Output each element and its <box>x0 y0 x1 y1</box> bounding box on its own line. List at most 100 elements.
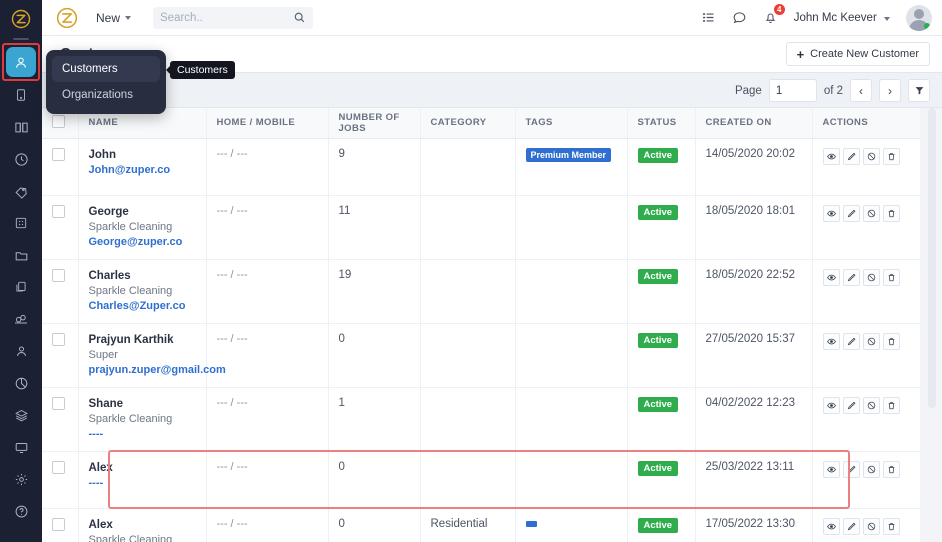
search-input[interactable] <box>160 11 285 24</box>
create-new-customer-button[interactable]: + Create New Customer <box>785 42 930 66</box>
sidebar-item-folder[interactable] <box>0 239 42 271</box>
row-action-group <box>822 147 910 165</box>
customer-name: John <box>88 148 116 161</box>
customer-email[interactable]: ---- <box>89 427 196 442</box>
sidebar-item-help[interactable] <box>0 495 42 527</box>
ban-icon[interactable] <box>862 517 880 535</box>
eye-icon[interactable] <box>822 147 840 165</box>
eye-icon[interactable] <box>822 460 840 478</box>
pencil-icon[interactable] <box>842 268 860 286</box>
list-icon[interactable] <box>701 10 716 25</box>
row-checkbox[interactable] <box>52 460 65 474</box>
folder-icon <box>15 251 27 260</box>
row-checkbox[interactable] <box>52 396 65 410</box>
customer-email[interactable]: ---- <box>89 476 196 491</box>
bell-icon[interactable]: 4 <box>763 4 785 25</box>
sidebar-item-schedule[interactable] <box>0 111 42 143</box>
flyout-item-customers[interactable]: Customers <box>52 56 160 82</box>
row-checkbox[interactable] <box>52 517 65 531</box>
sidebar-item-documents[interactable] <box>0 271 42 303</box>
customer-email[interactable]: Charles@Zuper.co <box>89 299 196 314</box>
pencil-icon[interactable] <box>842 396 860 414</box>
ban-icon[interactable] <box>862 396 880 414</box>
row-checkbox[interactable] <box>52 204 65 218</box>
customer-email[interactable]: prajyun.zuper@gmail.com <box>89 363 226 378</box>
pencil-icon[interactable] <box>842 517 860 535</box>
flyout-item-organizations[interactable]: Organizations <box>52 82 160 108</box>
customer-name: Charles <box>88 269 131 282</box>
eye-icon[interactable] <box>822 204 840 222</box>
cell-number-of-jobs: 0 <box>328 451 421 509</box>
new-button[interactable]: New <box>96 11 132 25</box>
cell-name: John John@zuper.co <box>78 138 207 196</box>
ban-icon[interactable] <box>862 460 880 478</box>
sidebar-item-settings[interactable] <box>0 463 42 495</box>
trash-icon[interactable] <box>882 396 900 414</box>
table-row[interactable]: Alex ---- --- / --- 0 Active 25/03/2022 13:11 <box>42 451 921 509</box>
pencil-icon[interactable] <box>842 460 860 478</box>
trash-icon[interactable] <box>882 517 900 535</box>
row-action-group <box>822 517 910 535</box>
row-action-group <box>822 460 910 478</box>
eye-icon[interactable] <box>822 332 840 350</box>
trash-icon[interactable] <box>882 332 900 350</box>
table-row[interactable]: Charles Sparkle Cleaning Charles@Zuper.co -… <box>42 259 921 324</box>
pie-chart-icon <box>15 377 27 389</box>
sidebar-item-reports[interactable] <box>0 367 42 399</box>
cell-created-on: 04/02/2022 12:23 <box>695 387 813 452</box>
filter-icon[interactable] <box>908 79 930 102</box>
table-row[interactable]: John John@zuper.co --- / --- 9 Premium Membe… <box>42 138 921 196</box>
sidebar-item-customers[interactable] <box>0 43 42 81</box>
table-row[interactable]: Prajyun Karthik Super prajyun.zuper@gmail.… <box>42 323 921 388</box>
flyout-item-organizations-label: Organizations <box>62 89 133 101</box>
row-checkbox[interactable] <box>52 147 65 161</box>
cell-status: Active <box>627 259 696 324</box>
sidebar-item-grid[interactable] <box>0 207 42 239</box>
table-row[interactable]: AlexSparkle Cleaning------- / ---0Reside… <box>42 508 921 542</box>
row-select-cell <box>42 451 79 509</box>
customer-email[interactable]: John@zuper.co <box>89 163 196 178</box>
pencil-icon[interactable] <box>842 147 860 165</box>
trash-icon[interactable] <box>882 204 900 222</box>
sidebar-item-tags[interactable] <box>0 175 42 207</box>
cell-home-mobile: --- / --- <box>206 508 329 542</box>
sidebar-item-team[interactable] <box>0 335 42 367</box>
page-number-input[interactable] <box>768 79 817 102</box>
search-box[interactable] <box>153 6 314 29</box>
sidebar-item-inventory[interactable] <box>0 399 42 431</box>
sidebar-item-timesheet[interactable] <box>0 143 42 175</box>
ban-icon[interactable] <box>862 147 880 165</box>
next-page-button[interactable]: › <box>879 79 901 102</box>
sidebar-item-parts[interactable] <box>0 303 42 335</box>
ban-icon[interactable] <box>862 332 880 350</box>
table-row[interactable]: George Sparkle Cleaning George@zuper.co ---… <box>42 195 921 260</box>
cell-actions <box>812 259 921 324</box>
trash-icon[interactable] <box>882 147 900 165</box>
user-menu[interactable]: John Mc Keever <box>794 12 890 24</box>
search-icon[interactable] <box>293 11 306 29</box>
pencil-icon[interactable] <box>842 204 860 222</box>
sidebar-item-jobs[interactable] <box>0 79 42 111</box>
table-row[interactable]: Shane Sparkle Cleaning ---- --- / --- 1 Activ… <box>42 387 921 452</box>
table-scrollbar[interactable] <box>928 108 936 542</box>
grid-icon <box>15 217 27 229</box>
row-checkbox[interactable] <box>52 332 65 346</box>
avatar-head <box>914 8 924 19</box>
eye-icon[interactable] <box>822 268 840 286</box>
eye-icon[interactable] <box>822 396 840 414</box>
trash-icon[interactable] <box>882 460 900 478</box>
trash-icon[interactable] <box>882 268 900 286</box>
row-checkbox[interactable] <box>52 268 65 282</box>
customer-email[interactable]: George@zuper.co <box>89 235 196 250</box>
eye-icon[interactable] <box>822 517 840 535</box>
pencil-icon[interactable] <box>842 332 860 350</box>
ban-icon[interactable] <box>862 268 880 286</box>
sidebar-item-monitor[interactable] <box>0 431 42 463</box>
scrollbar-thumb[interactable] <box>928 108 936 408</box>
row-select-cell <box>42 195 79 260</box>
avatar[interactable] <box>906 4 932 31</box>
prev-page-button[interactable]: ‹ <box>850 79 872 102</box>
ban-icon[interactable] <box>862 204 880 222</box>
select-all-checkbox[interactable] <box>52 114 65 128</box>
chat-icon[interactable] <box>732 10 747 25</box>
